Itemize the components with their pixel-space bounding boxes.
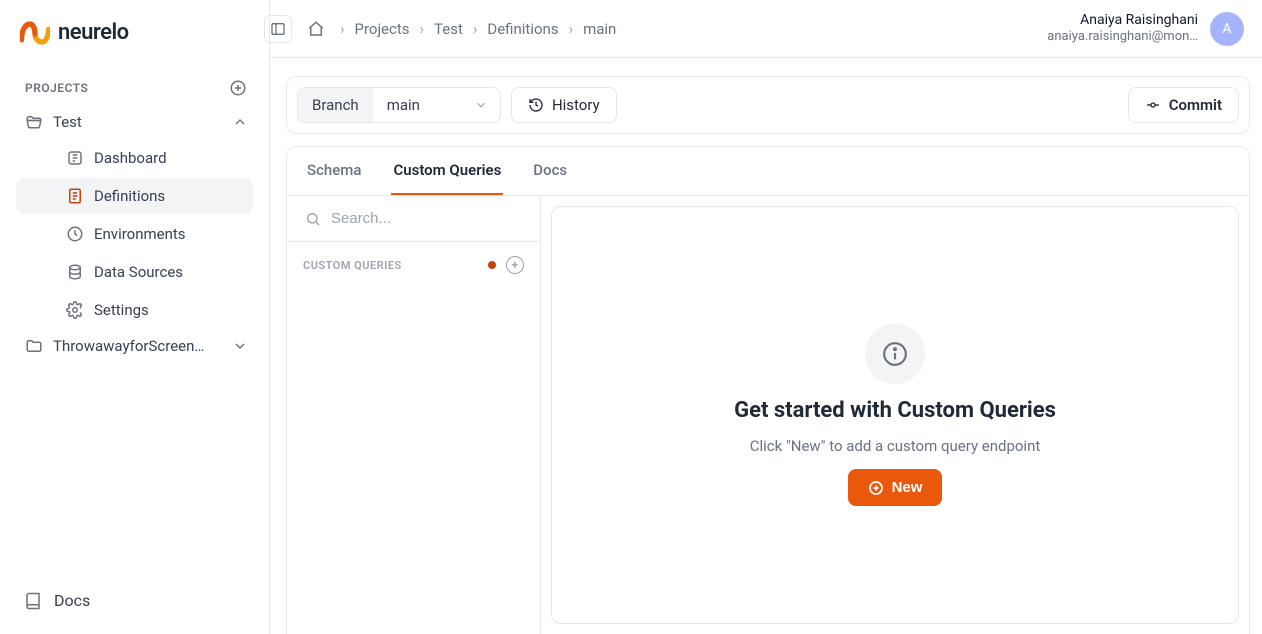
search-input[interactable]	[331, 210, 522, 227]
history-button[interactable]: History	[511, 87, 617, 123]
chevron-right-icon: ›	[420, 20, 425, 38]
logo-icon	[20, 21, 50, 45]
user-email: anaiya.raisinghani@mon…	[1047, 29, 1198, 45]
settings-icon	[66, 301, 84, 319]
chevron-down-icon	[231, 337, 249, 355]
folder-open-icon	[25, 113, 43, 131]
topbar: › Projects › Test › Definitions › main A…	[270, 0, 1262, 58]
content-shell: Schema Custom Queries Docs CUSTOM QUERIE…	[286, 146, 1250, 634]
tabstrip: Schema Custom Queries Docs	[287, 147, 1249, 196]
search-icon	[305, 211, 321, 227]
empty-title: Get started with Custom Queries	[734, 398, 1056, 423]
branch-label: Branch	[298, 88, 373, 122]
new-label: New	[892, 479, 923, 496]
breadcrumb-main[interactable]: main	[583, 20, 616, 38]
projects-label: PROJECTS	[25, 81, 88, 95]
nav-label: Settings	[94, 301, 149, 319]
dashboard-icon	[66, 149, 84, 167]
custom-queries-header: CUSTOM QUERIES +	[287, 242, 540, 288]
commit-label: Commit	[1169, 96, 1222, 114]
nav-dashboard[interactable]: Dashboard	[16, 140, 253, 176]
project-item-throwaway[interactable]: ThrowawayforScreen…	[0, 329, 269, 363]
breadcrumb-definitions[interactable]: Definitions	[487, 20, 558, 38]
brand-name: neurelo	[58, 20, 129, 45]
chevron-right-icon: ›	[569, 20, 574, 38]
user-info: Anaiya Raisinghani anaiya.raisinghani@mo…	[1047, 12, 1198, 44]
main: › Projects › Test › Definitions › main A…	[270, 0, 1262, 634]
book-icon	[24, 592, 42, 610]
branch-dropdown[interactable]: main	[373, 88, 500, 122]
canvas-area: Get started with Custom Queries Click "N…	[541, 196, 1249, 634]
queries-sidebar: CUSTOM QUERIES +	[287, 196, 541, 634]
avatar[interactable]: A	[1210, 12, 1244, 46]
project-name: ThrowawayforScreen…	[53, 337, 204, 355]
brand-logo[interactable]: neurelo	[0, 10, 269, 67]
definitions-icon	[66, 187, 84, 205]
branch-value-text: main	[387, 96, 420, 114]
breadcrumb-test[interactable]: Test	[434, 20, 463, 38]
plus-circle-icon	[868, 480, 884, 496]
commit-icon	[1145, 97, 1161, 113]
tab-custom-queries[interactable]: Custom Queries	[391, 147, 503, 195]
folder-icon	[25, 337, 43, 355]
chevron-down-icon	[474, 98, 488, 112]
nav-label: Dashboard	[94, 149, 167, 167]
docs-label: Docs	[54, 591, 90, 610]
environments-icon	[66, 225, 84, 243]
info-icon	[865, 324, 925, 384]
workarea: CUSTOM QUERIES + Get started with Custom…	[287, 196, 1249, 634]
status-dot-icon	[488, 261, 496, 269]
add-query-button[interactable]: +	[506, 256, 524, 274]
nav-datasources[interactable]: Data Sources	[16, 254, 253, 290]
nav-definitions[interactable]: Definitions	[16, 178, 253, 214]
nav-label: Data Sources	[94, 263, 183, 281]
history-label: History	[552, 96, 600, 114]
chevron-right-icon: ›	[340, 20, 345, 38]
search-box	[287, 196, 540, 242]
branch-bar: Branch main History Commit	[286, 76, 1250, 134]
commit-button[interactable]: Commit	[1128, 87, 1239, 123]
add-project-button[interactable]	[227, 77, 249, 99]
chevron-up-icon	[231, 113, 249, 131]
project-item-test[interactable]: Test	[0, 105, 269, 139]
avatar-initial: A	[1222, 21, 1231, 37]
projects-section-header: PROJECTS	[0, 67, 269, 105]
custom-queries-label: CUSTOM QUERIES	[303, 259, 402, 272]
nav-settings[interactable]: Settings	[16, 292, 253, 328]
datasources-icon	[66, 263, 84, 281]
empty-subtitle: Click "New" to add a custom query endpoi…	[750, 437, 1041, 455]
panel-toggle-button[interactable]	[264, 15, 292, 43]
nav-label: Environments	[94, 225, 186, 243]
chevron-right-icon: ›	[473, 20, 478, 38]
user-name: Anaiya Raisinghani	[1047, 12, 1198, 29]
nav-environments[interactable]: Environments	[16, 216, 253, 252]
project-name: Test	[53, 113, 82, 131]
breadcrumb: › Projects › Test › Definitions › main	[340, 20, 616, 38]
branch-select: Branch main	[297, 87, 501, 123]
history-icon	[528, 97, 544, 113]
home-button[interactable]	[304, 17, 328, 41]
nav-label: Definitions	[94, 187, 165, 205]
empty-state: Get started with Custom Queries Click "N…	[551, 206, 1239, 624]
breadcrumb-projects[interactable]: Projects	[355, 20, 410, 38]
sidebar: neurelo PROJECTS Test Dashboard	[0, 0, 270, 634]
docs-link[interactable]: Docs	[0, 577, 269, 624]
new-query-button[interactable]: New	[848, 469, 943, 506]
tab-docs[interactable]: Docs	[531, 147, 569, 195]
tab-schema[interactable]: Schema	[305, 147, 363, 195]
